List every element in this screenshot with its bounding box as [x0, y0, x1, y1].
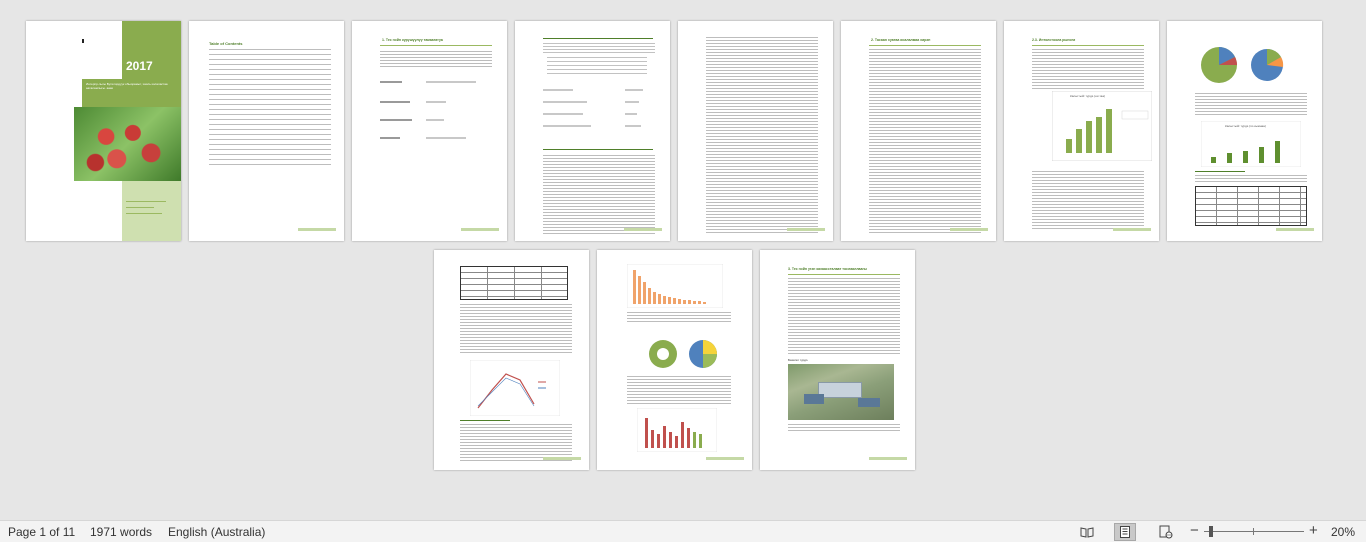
zoom-slider-track[interactable] — [1204, 531, 1304, 532]
read-mode-icon[interactable] — [1076, 523, 1098, 541]
bar-chart — [627, 264, 723, 308]
section-heading: 2.3. Интолстоола рыноги — [1032, 38, 1076, 42]
zoom-level[interactable]: 20% — [1331, 525, 1355, 539]
bar — [1066, 139, 1072, 153]
section-heading: 2. Тасаан хуатаа исалалмаа хирэп — [871, 38, 931, 42]
cover-year: 2017 — [126, 59, 153, 73]
document-page-9[interactable] — [434, 250, 589, 470]
chart-title: Калыгтыйг түрдэ (ни таа) — [1070, 94, 1105, 98]
bar — [1106, 109, 1112, 153]
document-page-11[interactable]: 3. Тес нэйн угэн кахаассталаат тослаалла… — [760, 250, 915, 470]
line-chart — [470, 360, 560, 416]
zoom-slider-center-tick — [1253, 528, 1254, 535]
web-layout-icon[interactable] — [1155, 523, 1177, 541]
document-page-6[interactable]: 2. Тасаан хуатаа исалалмаа хирэп — [841, 21, 996, 241]
pie-chart — [649, 340, 717, 368]
bar-chart: Калыгтыйг түрдэ (по кымнаа) — [1201, 121, 1301, 167]
bar — [1227, 153, 1232, 163]
document-page-3[interactable]: 1. Тес нэйн күрүшүүлүү тамаагатуа — [352, 21, 507, 241]
document-page-2[interactable]: Table of Contents — [189, 21, 344, 241]
toc-title: Table of Contents — [209, 41, 243, 46]
bar-chart — [637, 408, 717, 452]
bar — [1086, 121, 1092, 153]
farm-aerial-photo — [788, 364, 894, 420]
word-count[interactable]: 1971 words — [90, 525, 152, 539]
data-table — [460, 266, 568, 300]
bar — [1076, 129, 1082, 153]
document-page-8[interactable]: Калыгтыйг түрдэ (по кымнаа) — [1167, 21, 1322, 241]
section-heading: 1. Тес нэйн күрүшүүлүү тамаагатуа — [382, 38, 443, 42]
bar — [1259, 147, 1264, 163]
document-page-4[interactable] — [515, 21, 670, 241]
bar — [1243, 151, 1248, 163]
chart-title: Калыгтыйг түрдэ (по кымнаа) — [1225, 124, 1266, 128]
bar — [1096, 117, 1102, 153]
zoom-slider-thumb[interactable] — [1209, 526, 1213, 537]
toc-lines — [209, 49, 331, 169]
document-page-10[interactable] — [597, 250, 752, 470]
zoom-in-button[interactable]: + — [1309, 522, 1318, 539]
zoom-out-button[interactable]: − — [1190, 522, 1199, 539]
bar — [1211, 157, 1216, 163]
pie-chart — [1201, 47, 1284, 83]
language-indicator[interactable]: English (Australia) — [168, 525, 265, 539]
cover-subtitle: Интерпр-лыгы Бутилордуук обыорамыт, хаил… — [86, 82, 168, 90]
data-table — [1195, 186, 1307, 226]
document-page-1[interactable]: 2017 Интерпр-лыгы Бутилордуук обыорамыт,… — [26, 21, 181, 241]
section-heading: 3. Тес нэйн угэн кахаассталаат тослаалла… — [788, 267, 867, 271]
bar — [1275, 141, 1280, 163]
bar-chart: Калыгтыйг түрдэ (ни таа) — [1052, 91, 1152, 161]
page-count[interactable]: Page 1 of 11 — [8, 525, 75, 539]
document-page-5[interactable] — [678, 21, 833, 241]
print-layout-icon[interactable] — [1114, 523, 1136, 541]
figure-caption: Базатат түрдэ — [788, 358, 808, 362]
cover-strawberry-photo — [74, 107, 181, 181]
status-bar: Page 1 of 11 1971 words English (Austral… — [0, 520, 1366, 542]
document-page-7[interactable]: 2.3. Интолстоола рыноги Калыгтыйг түрдэ … — [1004, 21, 1159, 241]
